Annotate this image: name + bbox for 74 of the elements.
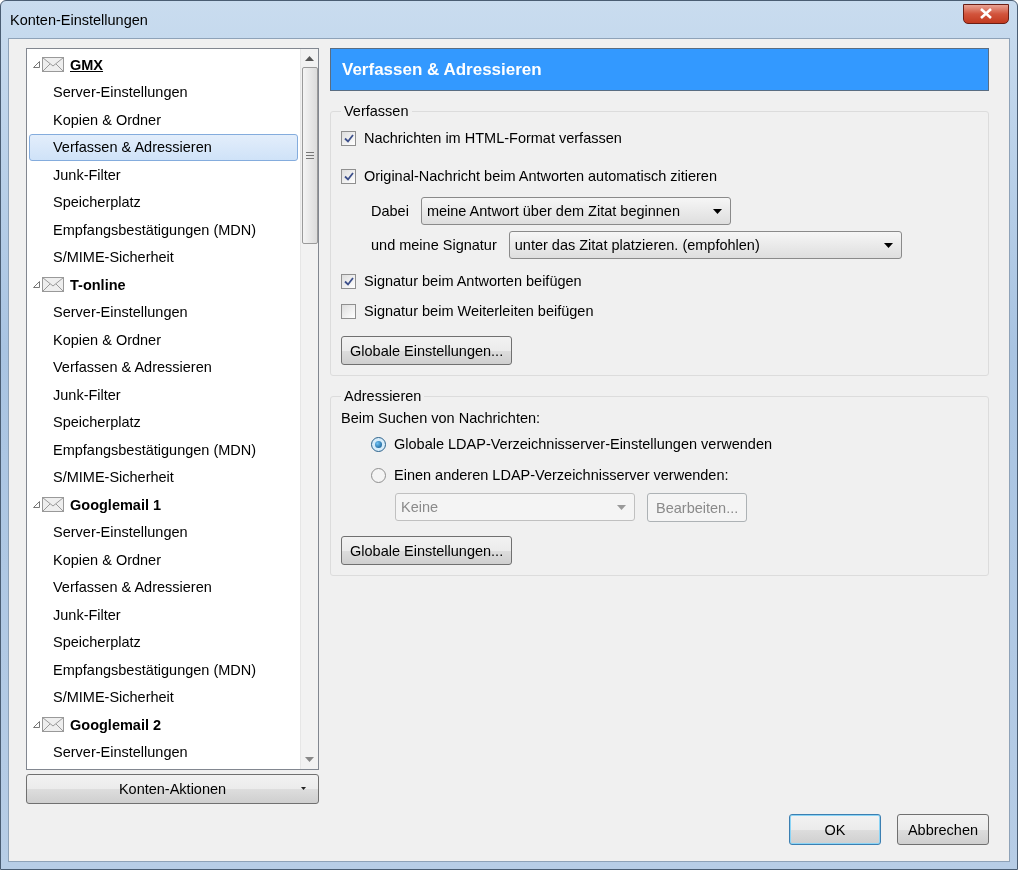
scroll-down-icon[interactable] xyxy=(305,757,314,762)
caret-icon xyxy=(301,787,306,790)
tree-item[interactable]: Server-Einstellungen xyxy=(29,78,298,106)
group-title: Verfassen xyxy=(343,103,410,119)
tree-item[interactable]: Speicherplatz xyxy=(29,408,298,436)
envelope-icon xyxy=(42,717,64,733)
checkbox[interactable] xyxy=(341,168,356,184)
radio-option[interactable]: Globale LDAP-Verzeichnisserver-Einstellungen verwenden xyxy=(371,433,978,455)
tree-item[interactable]: Empfangsbestätigungen (MDN) xyxy=(29,656,298,684)
scroll-up-icon[interactable] xyxy=(305,56,314,61)
tree-item[interactable]: S/MIME-Sicherheit xyxy=(29,243,298,271)
tree-item[interactable]: Verfassen & Adressieren xyxy=(29,353,298,381)
tree-item[interactable]: Server-Einstellungen xyxy=(29,518,298,546)
radio-button[interactable] xyxy=(371,467,386,483)
close-button[interactable] xyxy=(963,3,1009,24)
tree-item[interactable]: Kopien & Ordner xyxy=(29,326,298,354)
field-label: und meine Signatur xyxy=(371,237,497,253)
tree-item[interactable]: Empfangsbestätigungen (MDN) xyxy=(29,436,298,464)
envelope-icon xyxy=(42,277,64,293)
tree-item[interactable]: Empfangsbestätigungen (MDN) xyxy=(29,216,298,244)
checkbox[interactable] xyxy=(341,130,356,146)
radio-option[interactable]: Einen anderen LDAP-Verzeichnisserver verwenden: xyxy=(371,464,978,486)
check-icon xyxy=(343,171,354,181)
account-name[interactable]: GMX xyxy=(70,56,104,73)
check-icon xyxy=(343,133,354,143)
account-actions-button[interactable]: Konten-Aktionen xyxy=(26,774,319,804)
tree-item[interactable]: Speicherplatz xyxy=(29,188,298,216)
tree-item[interactable]: S/MIME-Sicherheit xyxy=(29,683,298,711)
expanded-triangle-icon[interactable] xyxy=(33,281,40,289)
check-icon xyxy=(343,276,354,286)
expanded-triangle-icon[interactable] xyxy=(33,721,40,729)
account-name[interactable]: Googlemail 1 xyxy=(70,496,162,513)
tree-item[interactable]: Speicherplatz xyxy=(29,628,298,656)
tree-item[interactable]: Server-Einstellungen xyxy=(29,738,298,766)
global-settings-button[interactable]: Globale Einstellungen... xyxy=(341,536,513,565)
tree-item[interactable]: Kopien & Ordner xyxy=(29,106,298,134)
tree-item[interactable]: Kopien & Ordner xyxy=(29,546,298,574)
panel-header: Verfassen & Adressieren xyxy=(330,48,989,91)
tree-item[interactable]: Junk-Filter xyxy=(29,161,298,189)
account-name[interactable]: T-online xyxy=(70,276,126,293)
dropdown-arrow-icon xyxy=(883,242,893,248)
close-icon xyxy=(980,8,992,19)
tree-item[interactable]: Junk-Filter xyxy=(29,381,298,409)
checkbox-option[interactable]: Signatur beim Weiterleiten beifügen xyxy=(341,300,978,322)
grip-icon xyxy=(305,152,314,159)
checkbox[interactable] xyxy=(341,303,356,319)
search-prompt: Beim Suchen von Nachrichten: xyxy=(341,410,542,426)
checkbox-option[interactable]: Signatur beim Antworten beifügen xyxy=(341,270,978,292)
expanded-triangle-icon[interactable] xyxy=(33,501,40,509)
scroll-thumb[interactable] xyxy=(301,67,318,244)
dropdown-arrow-icon xyxy=(617,504,626,510)
window-title: Konten-Einstellungen xyxy=(10,11,148,28)
field-label: Dabei xyxy=(371,203,409,219)
dropdown-arrow-icon xyxy=(712,208,722,214)
dropdown[interactable]: unter das Zitat platzieren. (empfohlen) xyxy=(508,231,902,259)
tree-item[interactable]: S/MIME-Sicherheit xyxy=(29,463,298,491)
checkbox-option[interactable]: Nachrichten im HTML-Format verfassen xyxy=(341,127,978,149)
checkbox[interactable] xyxy=(341,273,356,289)
tree-item[interactable]: Verfassen & Adressieren xyxy=(29,133,298,161)
envelope-icon xyxy=(42,497,64,513)
tree-item[interactable]: Verfassen & Adressieren xyxy=(29,573,298,601)
dialog-button[interactable]: OK xyxy=(789,814,881,845)
radio-button[interactable] xyxy=(371,436,386,452)
checkbox-option[interactable]: Original-Nachricht beim Antworten automatisch zitieren xyxy=(341,165,978,187)
tree-item[interactable]: Server-Einstellungen xyxy=(29,298,298,326)
account-name[interactable]: Googlemail 2 xyxy=(70,716,162,733)
global-settings-button[interactable]: Globale Einstellungen... xyxy=(341,336,513,365)
group-title: Adressieren xyxy=(343,388,423,404)
dropdown[interactable]: meine Antwort über dem Zitat beginnen xyxy=(420,197,731,225)
tree-item[interactable]: Junk-Filter xyxy=(29,601,298,629)
scrollbar[interactable] xyxy=(300,49,318,769)
expanded-triangle-icon[interactable] xyxy=(33,61,40,69)
envelope-icon xyxy=(42,57,64,73)
dialog-button[interactable]: Abbrechen xyxy=(897,814,989,845)
